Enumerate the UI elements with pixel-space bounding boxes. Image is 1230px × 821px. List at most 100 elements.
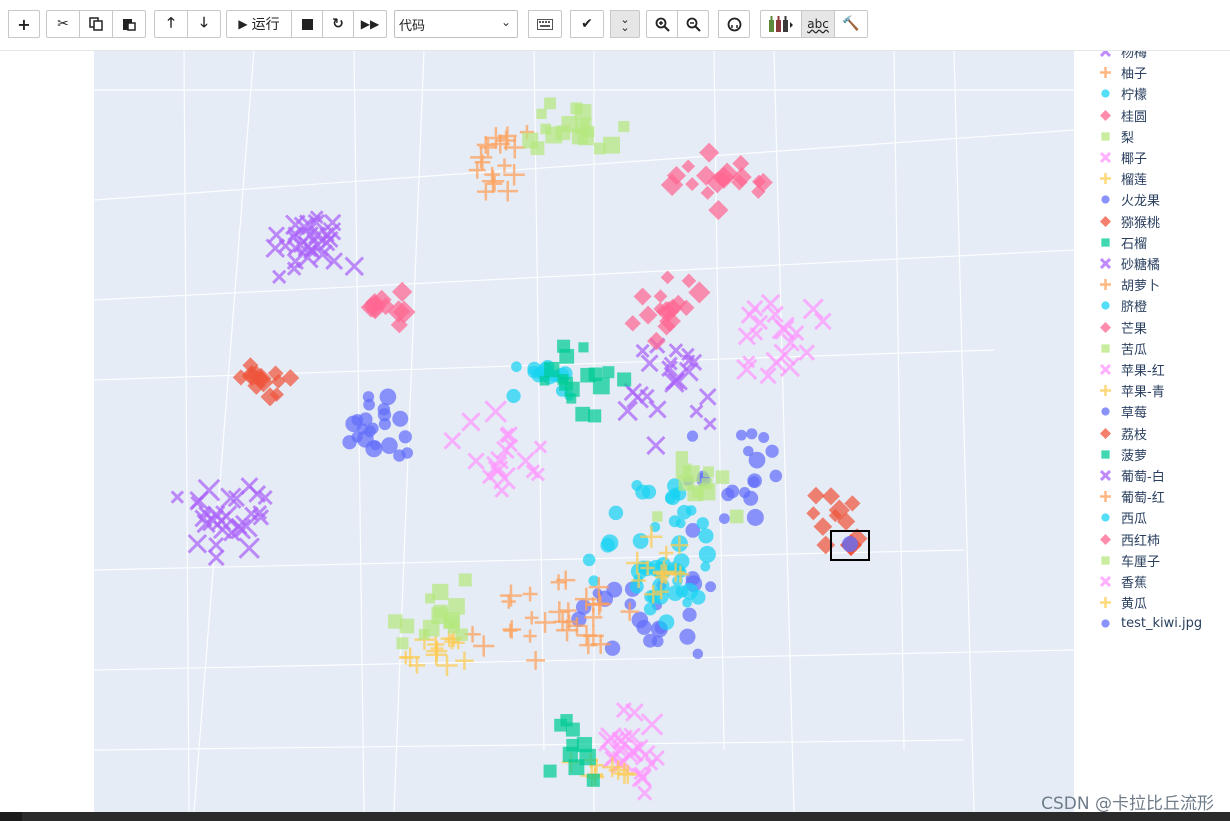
scatter-point [575, 599, 592, 615]
legend-label: 桂圆 [1121, 109, 1148, 125]
legend-marker-circle-icon [1101, 89, 1110, 99]
spellcheck-button[interactable]: abc [801, 10, 835, 38]
legend-item[interactable]: 石榴 [1100, 232, 1147, 253]
legend-label: 猕猴桃 [1121, 215, 1161, 231]
arrow-up-icon: 🡑 [167, 15, 175, 31]
github-button[interactable] [718, 10, 750, 38]
legend-item[interactable]: 柚子 [1100, 62, 1147, 83]
scatter-point [544, 361, 560, 378]
scatter-point [401, 447, 413, 459]
scatter-point [576, 737, 592, 753]
keyboard-group [528, 10, 562, 38]
scatter-point [746, 508, 764, 526]
3d-scatter-scene[interactable] [94, 50, 1074, 812]
collapse-button[interactable]: ⌄ ⌄ [610, 10, 640, 38]
legend-item[interactable]: 桂圆 [1100, 105, 1147, 126]
scatter-point [601, 534, 619, 552]
restart-run-all-button[interactable]: ▶▶ [353, 10, 387, 38]
legend-item[interactable]: 西红柿 [1100, 529, 1160, 550]
legend-label: 椰子 [1121, 152, 1148, 167]
scatter-point [692, 648, 704, 660]
arrow-down-icon: 🡓 [200, 15, 208, 31]
collapse-group: ⌄ ⌄ [610, 10, 640, 38]
move-up-button[interactable]: 🡑 [154, 10, 188, 38]
scissors-icon: ✂ [57, 16, 69, 32]
double-chevron-down-icon: ⌄ ⌄ [620, 13, 630, 34]
legend-item[interactable]: test_kiwi.jpg [1100, 613, 1202, 634]
legend-item[interactable]: 脐橙 [1100, 295, 1147, 316]
zoom-out-button[interactable] [677, 10, 709, 38]
legend-label: 梨 [1121, 130, 1135, 146]
legend-item[interactable]: 苦瓜 [1100, 338, 1147, 359]
legend-item[interactable]: 火龙果 [1100, 189, 1160, 210]
restart-button[interactable]: ↻ [322, 10, 354, 38]
scatter-point [398, 430, 412, 444]
legend-marker-circle-icon [1101, 619, 1110, 629]
legend-item[interactable]: 车厘子 [1100, 550, 1160, 571]
scatter-point [570, 102, 583, 115]
legend-item[interactable]: 芒果 [1100, 317, 1147, 338]
legend-item[interactable]: 草莓 [1100, 401, 1147, 422]
scatter-point [696, 517, 709, 530]
scatter-point [562, 746, 578, 763]
scatter-point [632, 533, 649, 549]
legend-item[interactable]: 苹果-红 [1100, 359, 1165, 380]
legend-item[interactable]: 椰子 [1100, 147, 1147, 168]
play-icon: ▶ [238, 17, 248, 31]
scatter-point [636, 619, 652, 635]
legend-item[interactable]: 苹果-青 [1100, 380, 1165, 401]
notebook-toolbar: + ✂ 🡑 🡓 ▶ 运行 ↻ ▶▶ 代码 ⌄ ✔ ⌄ ⌄ abc 🔨 [0, 0, 1230, 51]
plus-icon: + [17, 14, 31, 34]
legend-item[interactable]: 葡萄-红 [1100, 486, 1165, 507]
scatter-point [687, 485, 704, 502]
legend-item[interactable]: 香蕉 [1100, 571, 1147, 592]
move-down-button[interactable]: 🡓 [187, 10, 221, 38]
insert-cell-button[interactable]: + [8, 10, 40, 38]
scatter-point [652, 511, 663, 522]
hammer-button[interactable]: 🔨 [834, 10, 868, 38]
paste-button[interactable] [112, 10, 146, 38]
scatter-point [432, 583, 449, 601]
spellcheck-label: abc [807, 17, 829, 31]
scatter-point [539, 375, 550, 386]
command-palette-button[interactable] [528, 10, 562, 38]
legend-label: 西瓜 [1121, 512, 1148, 528]
legend-item[interactable]: 荔枝 [1100, 423, 1147, 444]
legend-item[interactable]: 梨 [1100, 126, 1134, 147]
legend-item[interactable]: 黄瓜 [1100, 592, 1147, 613]
scatter-point [377, 408, 392, 422]
legend-marker-x-icon [1100, 258, 1111, 269]
legend-item[interactable]: 猕猴桃 [1100, 211, 1160, 232]
legend-marker-circle-icon [1101, 513, 1110, 523]
legend-item[interactable]: 柠檬 [1100, 83, 1147, 104]
scene-background [94, 50, 1074, 812]
scatter-point [618, 120, 630, 133]
cell-type-select[interactable]: 代码 ⌄ [394, 10, 518, 38]
scatter-point [758, 432, 770, 443]
zoom-in-button[interactable] [646, 10, 678, 38]
bottles-dropdown-button[interactable] [760, 10, 802, 38]
legend-item[interactable]: 葡萄-白 [1100, 465, 1165, 486]
scatter-point [586, 773, 600, 787]
legend-item[interactable]: 胡萝卜 [1100, 274, 1160, 295]
scatter-point [399, 618, 415, 634]
interrupt-button[interactable] [291, 10, 323, 38]
legend-item[interactable]: 榴莲 [1100, 168, 1147, 189]
legend-marker-x-icon [1100, 152, 1111, 163]
legend-marker-circle-icon [1101, 195, 1110, 205]
scatter-point [351, 414, 364, 426]
scatter-point [743, 445, 754, 457]
hammer-icon: 🔨 [842, 16, 860, 32]
scatter-point [540, 123, 552, 135]
legend-item[interactable]: 砂糖橘 [1100, 253, 1160, 274]
check-button[interactable]: ✔ [570, 10, 604, 38]
legend-item[interactable]: 西瓜 [1100, 507, 1147, 528]
run-button[interactable]: ▶ 运行 [226, 10, 292, 38]
copy-button[interactable] [79, 10, 113, 38]
scatter-point [765, 444, 779, 458]
legend-item[interactable]: 菠萝 [1100, 444, 1147, 465]
scatter-point [559, 376, 574, 391]
scatter-point [698, 528, 714, 544]
cut-button[interactable]: ✂ [46, 10, 80, 38]
legend-marker-square-icon [1101, 556, 1110, 565]
